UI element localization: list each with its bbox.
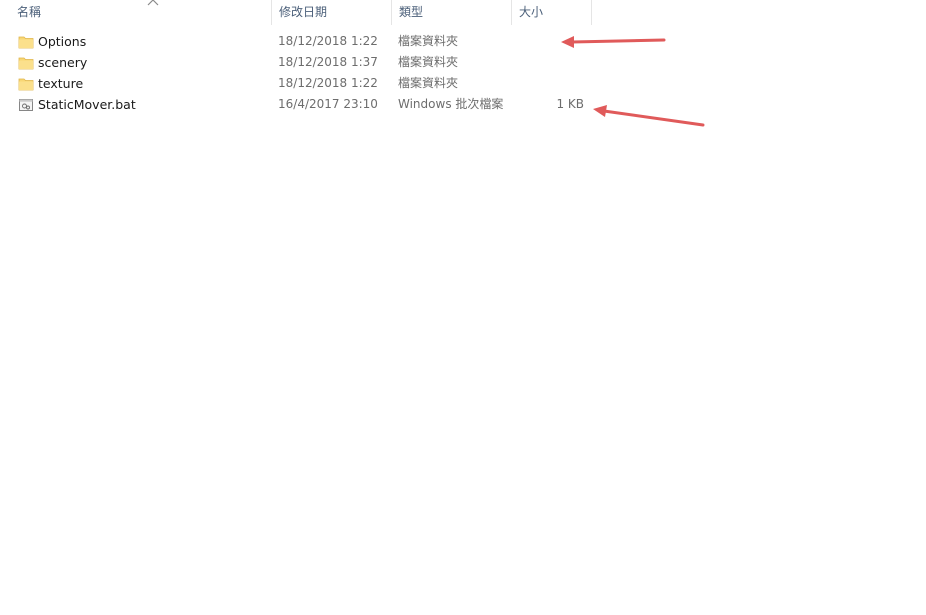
folder-icon bbox=[18, 57, 34, 70]
red-arrow-icon bbox=[593, 105, 705, 127]
file-date: 16/4/2017 23:10 bbox=[278, 97, 378, 111]
folder-icon bbox=[18, 36, 34, 49]
file-row-scenery[interactable]: scenery 18/12/2018 1:37 檔案資料夾 bbox=[0, 52, 600, 73]
column-header-type[interactable]: 類型 bbox=[392, 0, 512, 25]
file-type: 檔案資料夾 bbox=[398, 76, 459, 90]
file-row-options[interactable]: Options 18/12/2018 1:22 檔案資料夾 bbox=[0, 31, 600, 52]
file-type: 檔案資料夾 bbox=[398, 55, 459, 69]
column-header-size[interactable]: 大小 bbox=[512, 0, 592, 25]
column-header-bar: 名稱 修改日期 類型 大小 bbox=[0, 0, 592, 25]
file-row-texture[interactable]: texture 18/12/2018 1:22 檔案資料夾 bbox=[0, 73, 600, 94]
folder-icon bbox=[18, 78, 34, 91]
file-list: Options 18/12/2018 1:22 檔案資料夾 scenery 18… bbox=[0, 31, 600, 115]
file-date: 18/12/2018 1:22 bbox=[278, 34, 378, 48]
file-row-staticmover-bat[interactable]: StaticMover.bat 16/4/2017 23:10 Windows … bbox=[0, 94, 600, 115]
column-header-size-label: 大小 bbox=[519, 5, 544, 19]
column-header-date-label: 修改日期 bbox=[279, 5, 328, 19]
file-size bbox=[512, 73, 584, 94]
file-size bbox=[512, 31, 584, 52]
file-date: 18/12/2018 1:22 bbox=[278, 76, 378, 90]
file-name: texture bbox=[38, 76, 84, 91]
column-header-name[interactable]: 名稱 bbox=[11, 0, 272, 25]
batch-file-icon bbox=[19, 99, 33, 111]
file-size: 1 KB bbox=[556, 97, 584, 111]
file-type: 檔案資料夾 bbox=[398, 34, 459, 48]
sort-ascending-icon bbox=[147, 0, 159, 6]
column-header-name-label: 名稱 bbox=[17, 5, 42, 19]
file-size bbox=[512, 52, 584, 73]
file-explorer-window: 名稱 修改日期 類型 大小 Options 18/12/2018 1:22 檔案… bbox=[0, 0, 926, 615]
file-name: StaticMover.bat bbox=[38, 97, 136, 112]
column-header-date[interactable]: 修改日期 bbox=[272, 0, 392, 25]
file-name: Options bbox=[38, 34, 87, 49]
column-header-type-label: 類型 bbox=[399, 5, 424, 19]
file-name: scenery bbox=[38, 55, 88, 70]
file-date: 18/12/2018 1:37 bbox=[278, 55, 378, 69]
file-type: Windows 批次檔案 bbox=[398, 97, 504, 111]
